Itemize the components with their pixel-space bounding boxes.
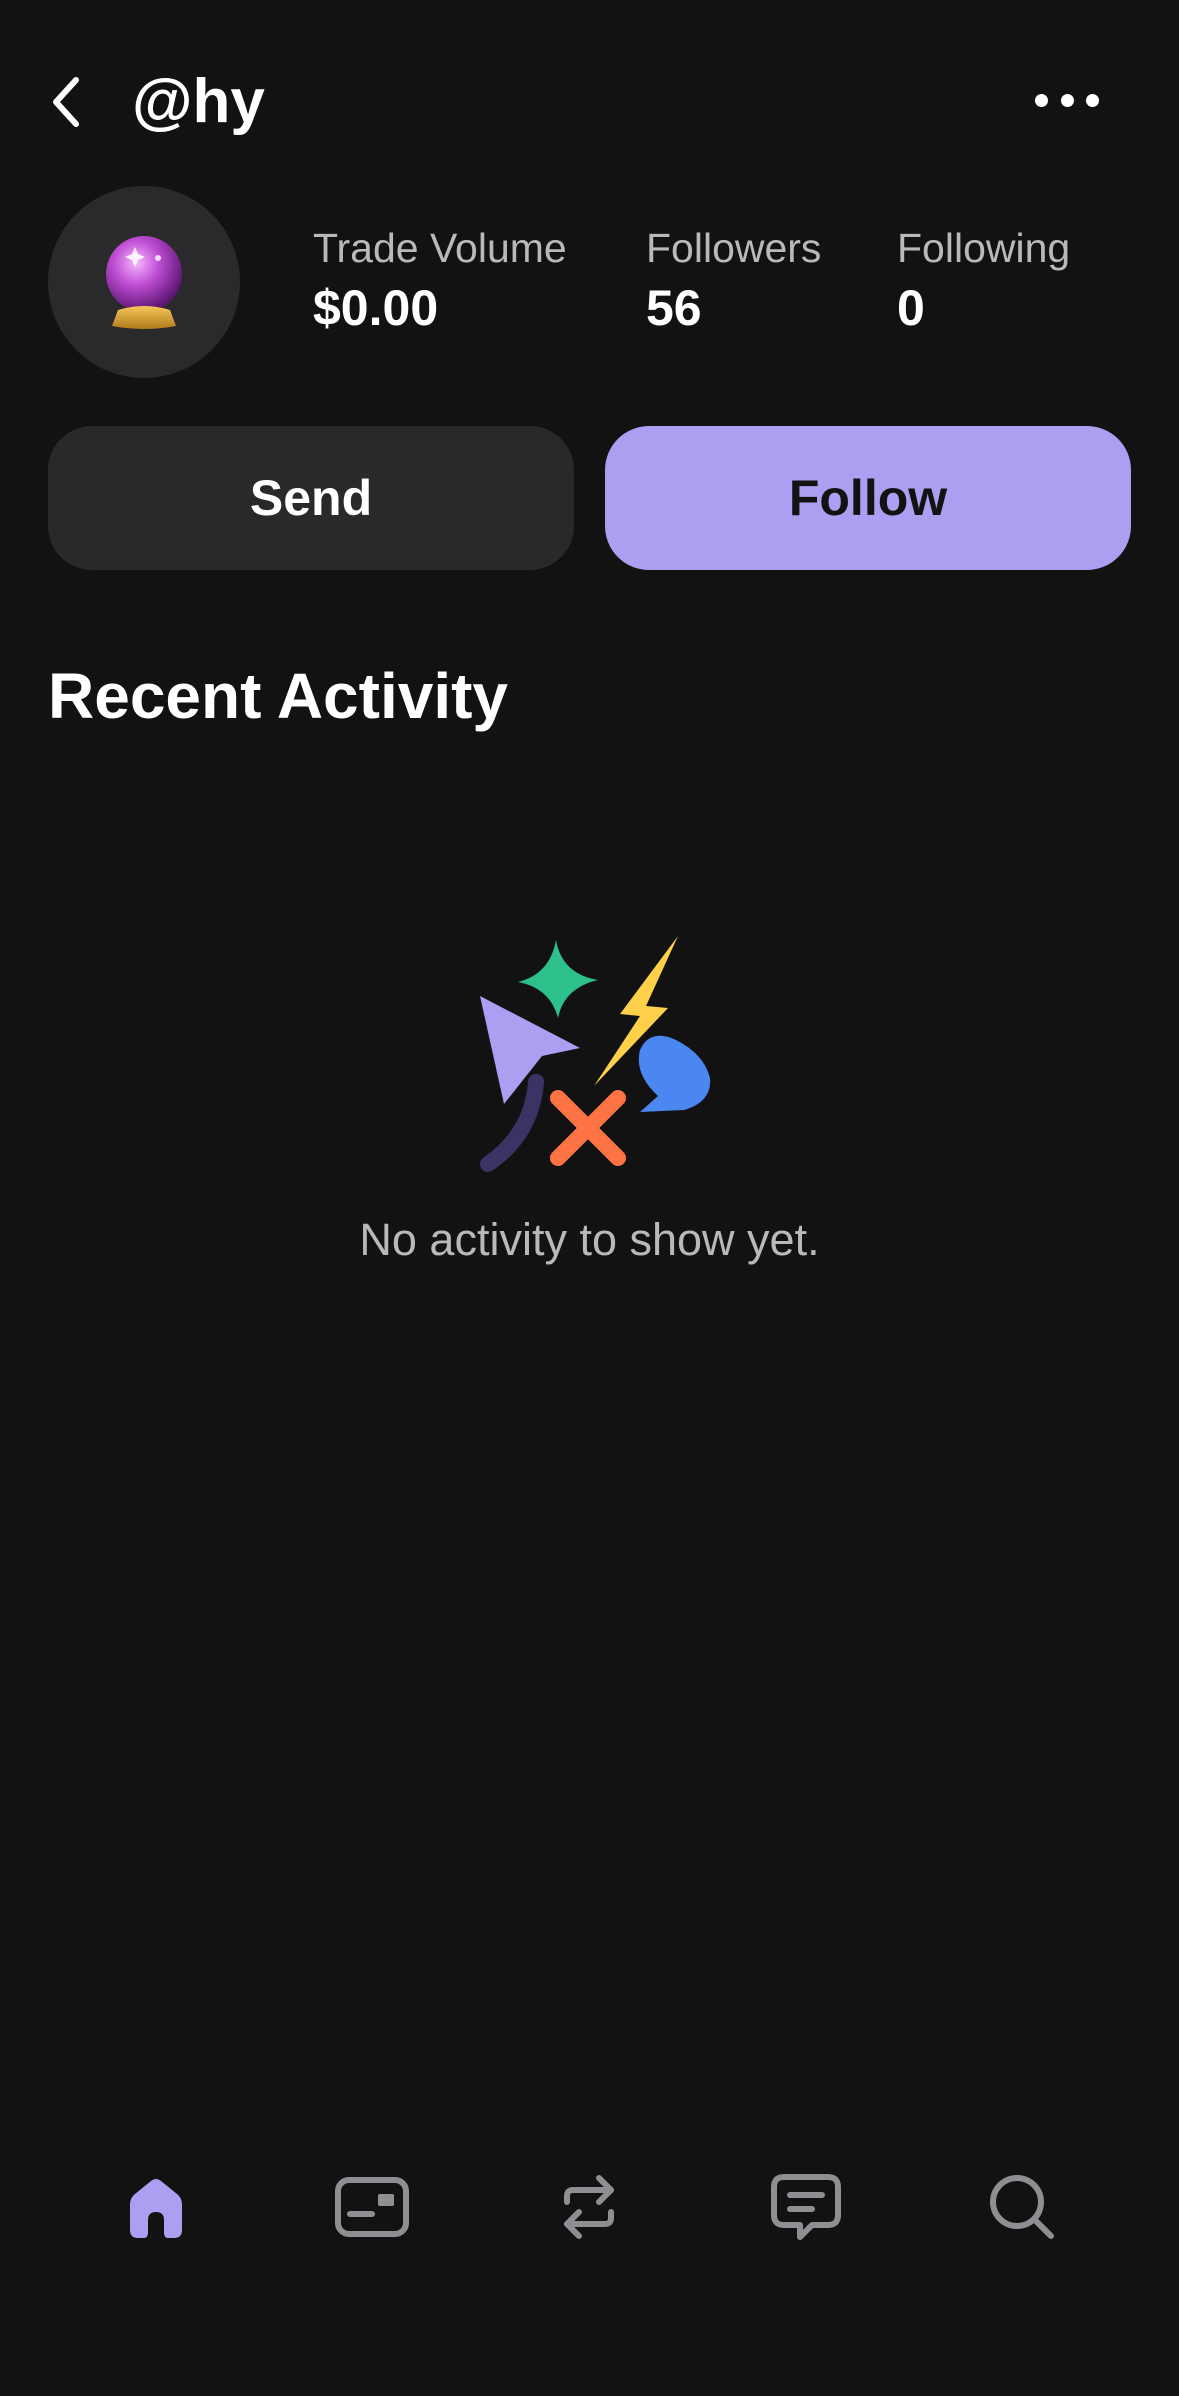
stat-label: Followers [646,225,822,271]
nav-messages[interactable] [761,2162,851,2252]
send-button[interactable]: Send [48,426,574,570]
back-button[interactable] [48,70,96,134]
avatar [48,186,240,378]
nav-wallet[interactable] [327,2162,417,2252]
stat-followers[interactable]: Followers 56 [646,222,821,340]
ellipsis-icon [1035,93,1048,107]
more-options-button[interactable] [1035,80,1099,120]
stat-trade-volume: Trade Volume $0.00 [313,222,567,340]
stat-value: 56 [646,280,702,336]
chat-icon [771,2174,841,2240]
stat-value: 0 [897,280,925,336]
section-title: Recent Activity [48,660,508,732]
empty-activity-illustration [480,936,711,1172]
follow-button[interactable]: Follow [605,426,1131,570]
nav-home[interactable] [111,2162,201,2252]
chevron-left-icon [53,77,79,127]
empty-state-text: No activity to show yet. [359,1214,820,1265]
home-icon [130,2179,182,2238]
profile-screen: @hy Trade Volume $0.00 Followers 56 Foll… [0,0,1179,2396]
nav-swap[interactable] [544,2162,634,2252]
wallet-card-icon [335,2177,409,2237]
profile-username: @hy [132,67,265,136]
nav-search[interactable] [977,2162,1067,2252]
stat-value: $0.00 [313,280,439,336]
stat-label: Trade Volume [313,225,567,271]
search-icon [990,2175,1054,2239]
stat-label: Following [897,225,1071,271]
bottom-navigation [0,2150,1179,2260]
swap-icon [564,2175,614,2239]
crystal-ball-icon [106,236,182,329]
stat-following[interactable]: Following 0 [897,222,1070,340]
